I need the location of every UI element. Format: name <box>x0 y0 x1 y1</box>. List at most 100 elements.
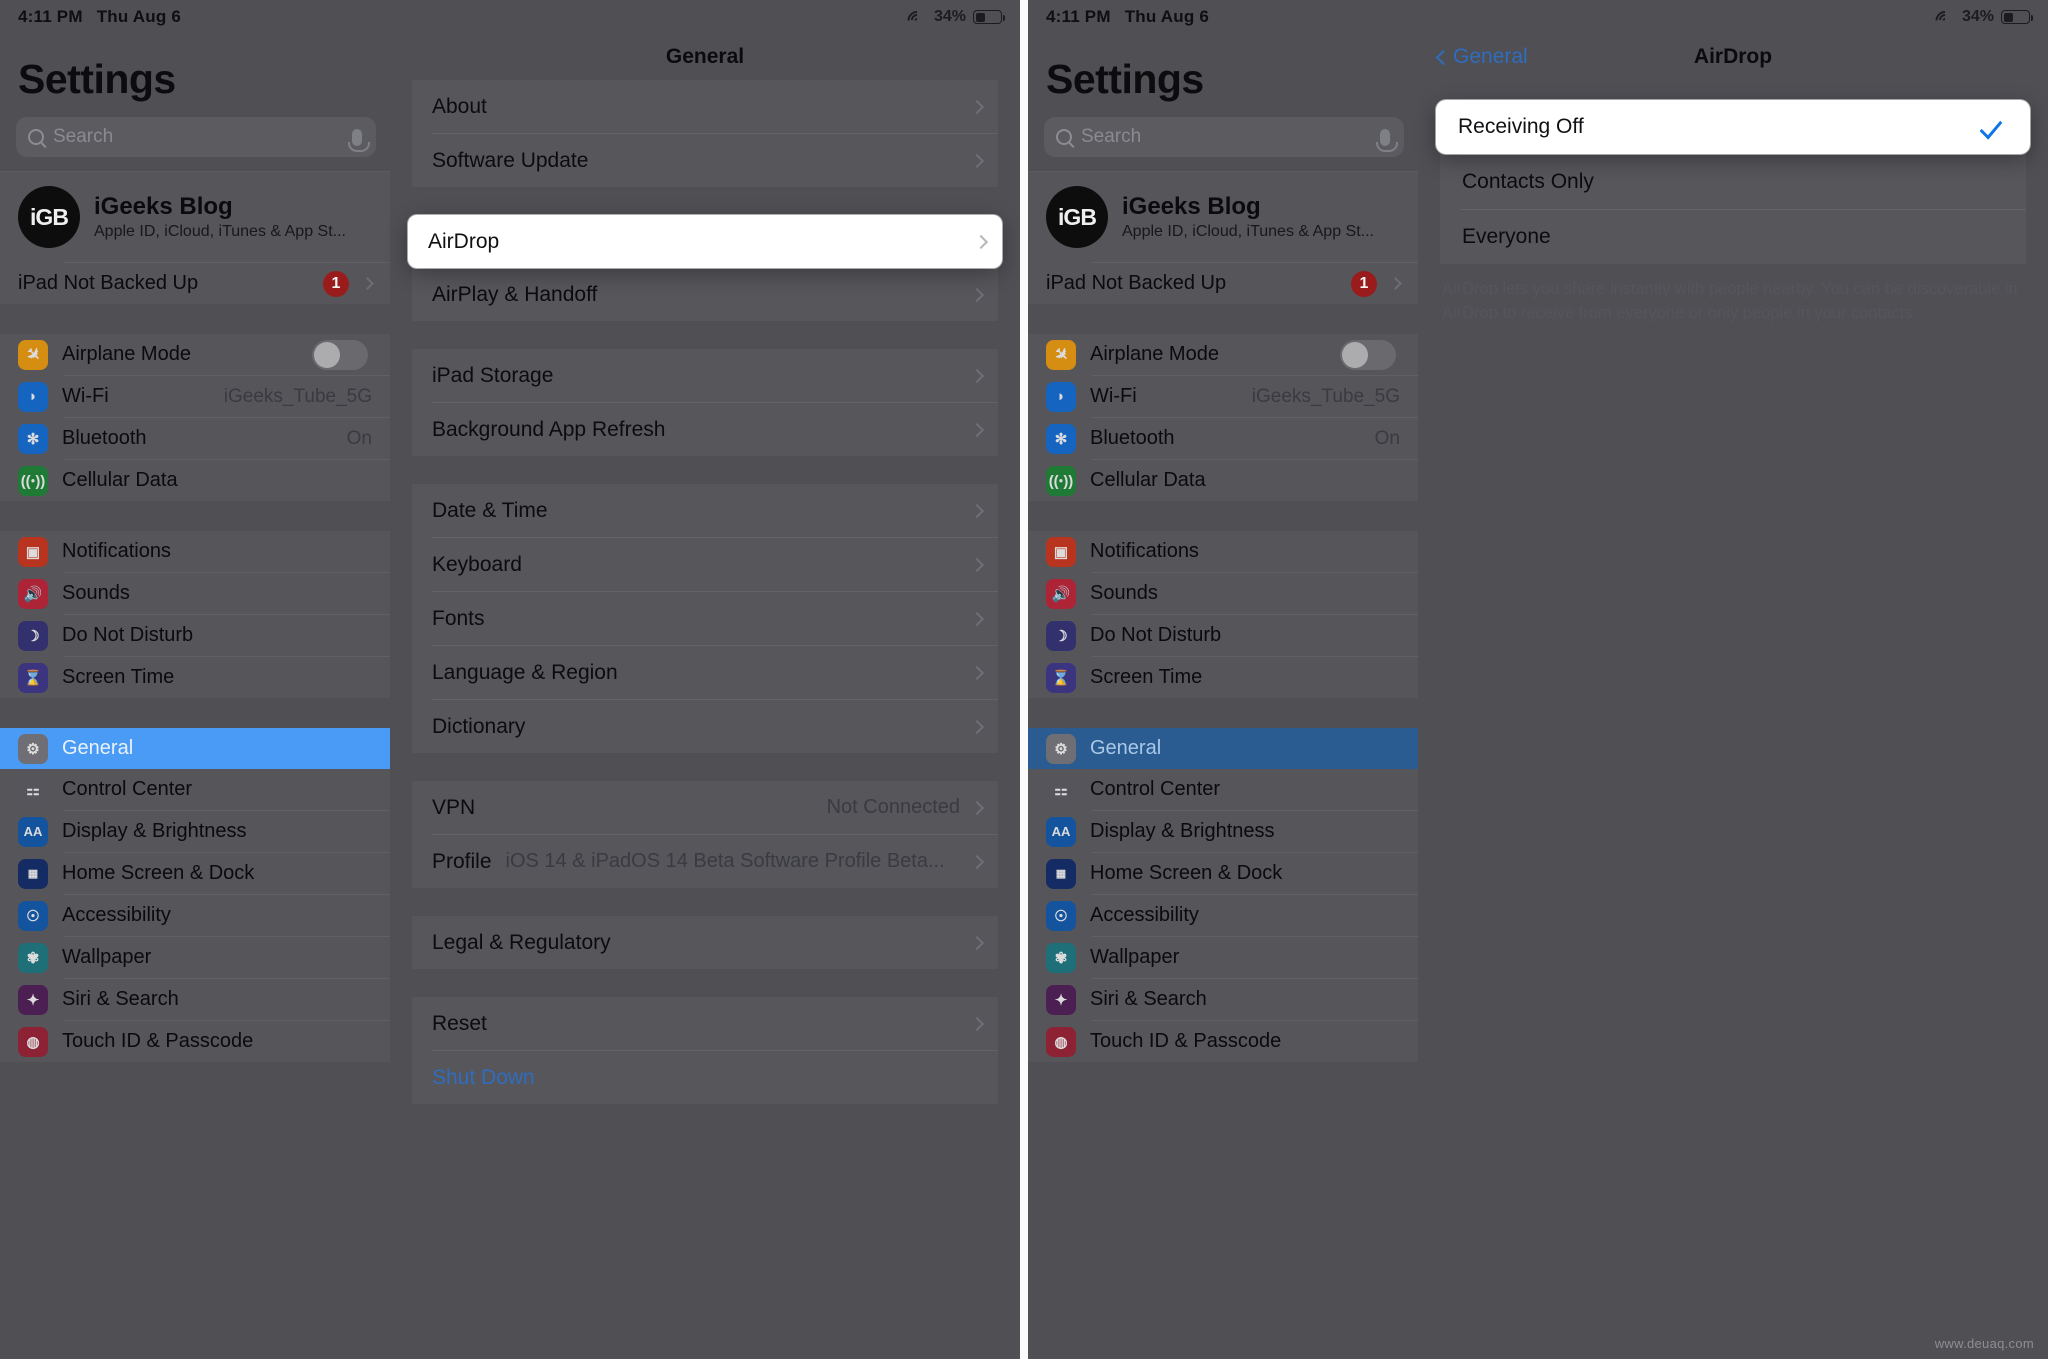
page-title: Settings <box>18 56 176 102</box>
sidebar-item-label: Screen Time <box>62 666 175 688</box>
sidebar-item-general[interactable]: ⚙ General <box>1028 728 1418 769</box>
list-item-label: Fonts <box>432 606 485 630</box>
option-contacts-only[interactable]: Contacts Only <box>1440 155 2026 209</box>
sidebar-item-bluetooth[interactable]: ✻ Bluetooth On <box>1028 418 1418 459</box>
sidebar-item-touch-id-passcode[interactable]: ◍ Touch ID & Passcode <box>0 1021 390 1062</box>
sidebar-item-general[interactable]: ⚙ General <box>0 728 390 769</box>
sidebar-item-do-not-disturb[interactable]: ☽ Do Not Disturb <box>0 615 390 656</box>
sidebar-item-do-not-disturb[interactable]: ☽ Do Not Disturb <box>1028 615 1418 656</box>
sidebar-item-wifi[interactable]: ◗ Wi-Fi iGeeks_Tube_5G <box>0 376 390 417</box>
list-item-label: Profile <box>432 849 492 873</box>
moon-icon: ☽ <box>1046 620 1076 651</box>
sidebar-item-cellular-data[interactable]: ((ꞏ)) Cellular Data <box>0 460 390 501</box>
sidebar-item-screen-time[interactable]: ⌛ Screen Time <box>0 657 390 698</box>
sidebar-item-bluetooth[interactable]: ✻ Bluetooth On <box>0 418 390 459</box>
sidebar-item-label: Touch ID & Passcode <box>1090 1030 1282 1052</box>
notifications-group: ▣ Notifications 🔊 Sounds ☽ Do Not Distur… <box>0 531 390 698</box>
sidebar-item-accessibility[interactable]: ☉ Accessibility <box>0 895 390 936</box>
sidebar-item-apple-id[interactable]: iGB iGeeks Blog Apple ID, iCloud, iTunes… <box>0 172 390 262</box>
sidebar-item-airplane-mode[interactable]: ✈ Airplane Mode <box>0 334 390 375</box>
sidebar-item-control-center[interactable]: ⚏ Control Center <box>0 769 390 810</box>
chevron-right-icon <box>969 1016 985 1031</box>
option-receiving-off[interactable]: Receiving Off <box>1436 100 2030 154</box>
list-item-label: Reset <box>432 1011 487 1035</box>
sidebar-item-touch-id-passcode[interactable]: ◍ Touch ID & Passcode <box>1028 1021 1418 1062</box>
list-item-fonts[interactable]: Fonts <box>412 592 998 645</box>
bluetooth-value: On <box>1374 427 1400 449</box>
fingerprint-icon: ◍ <box>1046 1026 1076 1057</box>
sidebar-item-home-screen-dock[interactable]: ▦ Home Screen & Dock <box>1028 853 1418 894</box>
back-button[interactable]: General <box>1435 45 1528 69</box>
airplane-mode-toggle[interactable] <box>1340 339 1396 370</box>
sidebar-item-siri-search[interactable]: ✦ Siri & Search <box>0 979 390 1020</box>
sidebar-item-notifications[interactable]: ▣ Notifications <box>0 531 390 572</box>
list-item-date-time[interactable]: Date & Time <box>412 484 998 537</box>
chevron-right-icon <box>969 800 985 815</box>
list-item-ipad-storage[interactable]: iPad Storage <box>412 349 998 402</box>
list-item-language-region[interactable]: Language & Region <box>412 646 998 699</box>
sidebar-item-control-center[interactable]: ⚏ Control Center <box>1028 769 1418 810</box>
sidebar-item-airplane-mode[interactable]: ✈ Airplane Mode <box>1028 334 1418 375</box>
chevron-right-icon <box>361 277 374 290</box>
sidebar-item-screen-time[interactable]: ⌛ Screen Time <box>1028 657 1418 698</box>
sidebar-item-accessibility[interactable]: ☉ Accessibility <box>1028 895 1418 936</box>
bluetooth-value: On <box>346 427 372 449</box>
vpn-value: Not Connected <box>826 796 960 818</box>
sidebar-item-label: Control Center <box>1090 778 1221 800</box>
bluetooth-icon: ✻ <box>18 423 48 454</box>
option-everyone[interactable]: Everyone <box>1440 210 2026 264</box>
airdrop-description: AirDrop lets you share instantly with pe… <box>1442 280 2018 322</box>
sidebar-item-backup[interactable]: iPad Not Backed Up 1 <box>0 263 390 304</box>
list-section: Legal & Regulatory <box>412 916 998 969</box>
search-input[interactable]: Search <box>1044 117 1404 157</box>
aa-icon: AA <box>18 816 48 847</box>
sidebar-item-wifi[interactable]: ◗ Wi-Fi iGeeks_Tube_5G <box>1028 376 1418 417</box>
sidebar-item-sounds[interactable]: 🔊 Sounds <box>1028 573 1418 614</box>
list-item-software-update[interactable]: Software Update <box>412 134 998 187</box>
sidebar-item-display-brightness[interactable]: AA Display & Brightness <box>0 811 390 852</box>
microphone-icon[interactable] <box>1376 128 1398 152</box>
list-item-shut-down[interactable]: Shut Down <box>412 1051 998 1104</box>
device-screenshot-left: 4:11 PM Thu Aug 6 34% Settings Search iG… <box>0 0 1020 1359</box>
list-item-airplay-handoff[interactable]: AirPlay & Handoff <box>412 268 998 321</box>
sidebar-item-siri-search[interactable]: ✦ Siri & Search <box>1028 979 1418 1020</box>
microphone-icon[interactable] <box>348 128 370 152</box>
sidebar-item-wallpaper[interactable]: ✾ Wallpaper <box>0 937 390 978</box>
list-item-reset[interactable]: Reset <box>412 997 998 1050</box>
list-item-profile[interactable]: Profile iOS 14 & iPadOS 14 Beta Software… <box>412 835 998 888</box>
status-indicators: 34% <box>903 6 1005 34</box>
list-item-dictionary[interactable]: Dictionary <box>412 700 998 753</box>
sidebar-item-apple-id[interactable]: iGB iGeeks Blog Apple ID, iCloud, iTunes… <box>1028 172 1418 262</box>
sidebar-item-label: Screen Time <box>1090 666 1203 688</box>
list-item-label: Dictionary <box>432 714 526 738</box>
battery-percent: 34% <box>933 8 966 25</box>
list-item-label: iPad Storage <box>432 363 554 387</box>
list-item-background-app-refresh[interactable]: Background App Refresh <box>412 403 998 456</box>
search-input[interactable]: Search <box>16 117 376 157</box>
list-item-keyboard[interactable]: Keyboard <box>412 538 998 591</box>
connectivity-group: ✈ Airplane Mode ◗ Wi-Fi iGeeks_Tube_5G ✻… <box>1028 334 1418 501</box>
search-icon <box>28 129 44 145</box>
sidebar-item-home-screen-dock[interactable]: ▦ Home Screen & Dock <box>0 853 390 894</box>
airplane-mode-toggle[interactable] <box>312 339 368 370</box>
nav-bar: General AirDrop <box>1418 34 2048 80</box>
account-name: iGeeks Blog <box>94 192 233 220</box>
moon-icon: ☽ <box>18 620 48 651</box>
sidebar-item-cellular-data[interactable]: ((ꞏ)) Cellular Data <box>1028 460 1418 501</box>
search-placeholder: Search <box>53 126 114 147</box>
list-item-legal-regulatory[interactable]: Legal & Regulatory <box>412 916 998 969</box>
status-badge: 1 <box>1351 270 1377 297</box>
screenshot-divider <box>1020 0 1028 1359</box>
list-item-about[interactable]: About <box>412 80 998 133</box>
sidebar-item-wallpaper[interactable]: ✾ Wallpaper <box>1028 937 1418 978</box>
sidebar-item-label: General <box>62 737 134 759</box>
sidebar-item-notifications[interactable]: ▣ Notifications <box>1028 531 1418 572</box>
list-item-airdrop[interactable]: AirDrop <box>408 215 1002 268</box>
sidebar-item-backup[interactable]: iPad Not Backed Up 1 <box>1028 263 1418 304</box>
sidebar-item-sounds[interactable]: 🔊 Sounds <box>0 573 390 614</box>
list-item-vpn[interactable]: VPN Not Connected <box>412 781 998 834</box>
sidebar-item-display-brightness[interactable]: AA Display & Brightness <box>1028 811 1418 852</box>
